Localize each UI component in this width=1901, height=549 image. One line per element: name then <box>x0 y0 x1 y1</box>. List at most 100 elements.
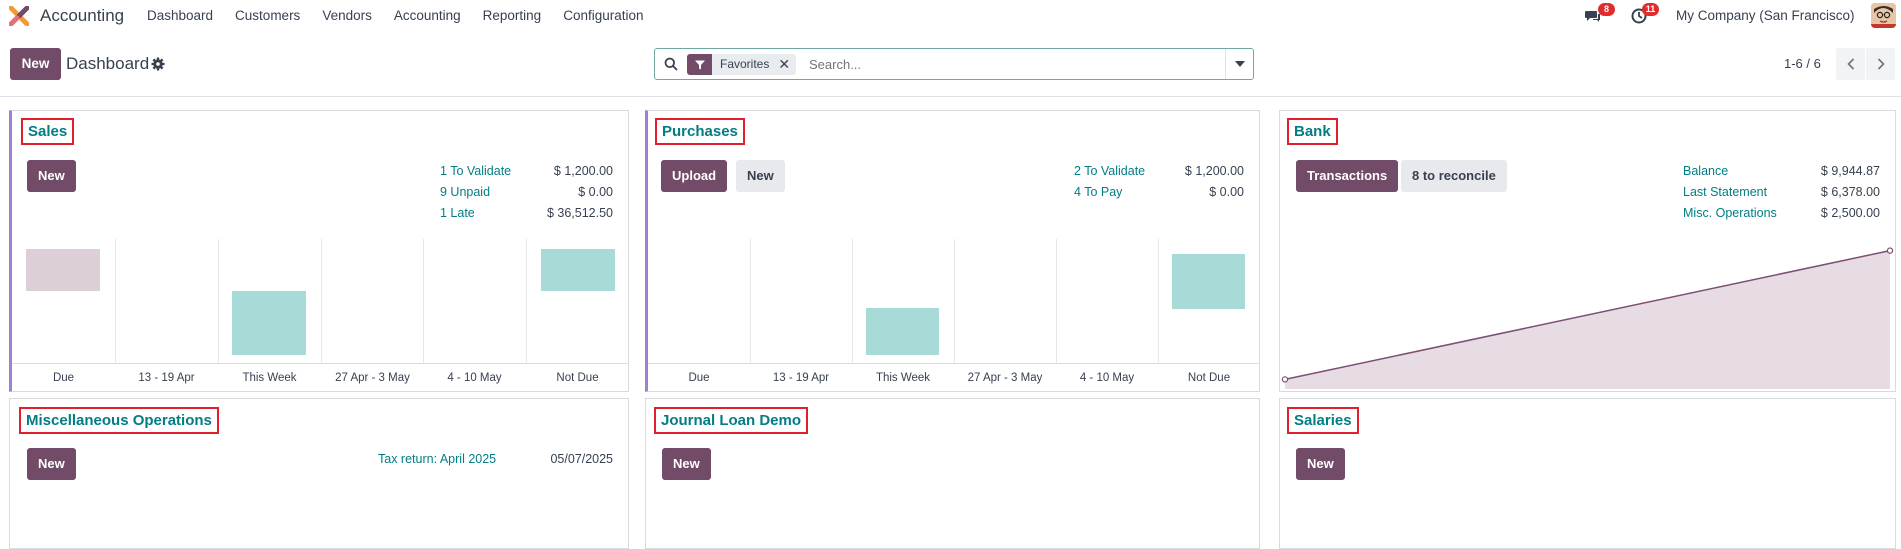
bank-balance-point[interactable] <box>1886 247 1894 254</box>
bank-reconcile-button[interactable]: 8 to reconcile <box>1401 160 1507 192</box>
chart-x-tick-label: This Week <box>242 372 297 384</box>
chart-x-axis <box>12 363 629 364</box>
journal-loan-new-button[interactable]: New <box>662 448 711 480</box>
purchases-new-button[interactable]: New <box>736 160 785 192</box>
bank-journal-card: Bank Transactions 8 to reconcile Balance… <box>1279 110 1896 392</box>
filter-facet[interactable]: Favorites ✕ <box>687 54 797 75</box>
chart-bar[interactable] <box>866 308 939 355</box>
search-icon[interactable] <box>664 57 678 71</box>
bank-misc-operations-amount: $ 2,500.00 <box>1820 206 1880 220</box>
app-name[interactable]: Accounting <box>40 6 124 26</box>
chart-column-divider <box>218 239 219 363</box>
bank-last-statement-link[interactable]: Last Statement <box>1683 185 1767 199</box>
bank-last-statement-amount: $ 6,378.00 <box>1820 185 1880 199</box>
bank-balance-amount: $ 9,944.87 <box>1820 164 1880 178</box>
chart-x-tick-label: This Week <box>875 372 931 384</box>
chart-bar[interactable] <box>26 249 100 291</box>
menu-accounting[interactable]: Accounting <box>394 8 461 23</box>
gear-icon[interactable] <box>151 57 165 71</box>
bank-misc-operations-link[interactable]: Misc. Operations <box>1683 206 1777 220</box>
sales-new-button[interactable]: New <box>27 160 76 192</box>
company-switcher[interactable]: My Company (San Francisco) <box>1676 8 1855 23</box>
bank-balance-link[interactable]: Balance <box>1683 164 1728 178</box>
chart-column-divider <box>526 239 527 363</box>
purchases-to-pay-link[interactable]: 4 To Pay <box>1074 185 1122 199</box>
main-menu: Dashboard Customers Vendors Accounting R… <box>147 8 666 23</box>
purchases-bar-chart[interactable]: Due 13 - 19 Apr This Week 27 Apr - 3 May 4 -… <box>648 239 1260 391</box>
search-input[interactable] <box>809 57 1209 72</box>
chart-column-divider <box>750 239 751 363</box>
purchases-journal-card: Purchases Upload New 2 To Validate $ 1,2… <box>645 110 1260 392</box>
bank-transactions-button[interactable]: Transactions <box>1296 160 1399 192</box>
chart-x-tick-label: Due <box>688 372 710 384</box>
chart-x-tick-label: Not Due <box>556 372 599 384</box>
chart-x-tick-label: 4 - 10 May <box>447 372 502 384</box>
user-avatar[interactable] <box>1871 3 1896 28</box>
purchases-title[interactable]: Purchases <box>655 118 745 145</box>
tax-return-date: 05/07/2025 <box>550 452 613 466</box>
salaries-title[interactable]: Salaries <box>1287 407 1359 434</box>
menu-vendors[interactable]: Vendors <box>322 8 372 23</box>
navbar: Accounting Dashboard Customers Vendors A… <box>0 0 1901 32</box>
bank-balance-area-chart[interactable] <box>1280 241 1895 391</box>
pager-previous-button[interactable] <box>1836 48 1865 80</box>
menu-dashboard[interactable]: Dashboard <box>147 8 213 23</box>
chevron-left-icon <box>1846 58 1854 70</box>
salaries-card: Salaries New <box>1279 398 1896 549</box>
journal-loan-demo-title[interactable]: Journal Loan Demo <box>654 407 809 434</box>
bank-balance-point[interactable] <box>1281 376 1289 383</box>
sales-unpaid-link[interactable]: 9 Unpaid <box>440 185 490 199</box>
chart-bar[interactable] <box>232 291 306 355</box>
caret-down-icon <box>1234 61 1245 67</box>
chart-x-tick-label: 27 Apr - 3 May <box>967 372 1043 384</box>
chart-column-divider <box>423 239 424 363</box>
misc-operations-card: Miscellaneous Operations New Tax return:… <box>9 398 629 549</box>
sales-late-link[interactable]: 1 Late <box>440 206 475 220</box>
purchases-upload-button[interactable]: Upload <box>661 160 728 192</box>
filter-icon <box>687 54 712 75</box>
purchases-to-pay-amount: $ 0.00 <box>1209 185 1244 199</box>
misc-operations-title[interactable]: Miscellaneous Operations <box>19 407 219 434</box>
sales-title[interactable]: Sales <box>21 118 75 145</box>
facet-label: Favorites <box>720 57 770 71</box>
chart-column-divider <box>954 239 955 363</box>
chart-x-tick-label: Due <box>52 372 75 384</box>
chart-x-tick-label: 13 - 19 Apr <box>138 372 195 384</box>
new-button[interactable]: New <box>10 48 61 80</box>
menu-reporting[interactable]: Reporting <box>483 8 542 23</box>
bank-area-fill <box>1285 250 1890 389</box>
search-bar[interactable]: Favorites ✕ <box>654 48 1254 80</box>
sales-journal-card: Sales New 1 To Validate $ 1,200.00 9 Unp… <box>9 110 629 392</box>
chart-x-tick-label: Not Due <box>1187 372 1231 384</box>
chart-column-divider <box>852 239 853 363</box>
search-options-toggle[interactable] <box>1225 49 1253 79</box>
purchases-to-validate-link[interactable]: 2 To Validate <box>1074 164 1145 178</box>
sales-unpaid-amount: $ 0.00 <box>578 185 613 199</box>
bank-title[interactable]: Bank <box>1287 118 1338 145</box>
facet-remove-icon[interactable]: ✕ <box>778 54 790 75</box>
menu-customers[interactable]: Customers <box>235 8 300 23</box>
sales-bar-chart[interactable]: Due 13 - 19 Apr This Week 27 Apr - 3 May 4 -… <box>12 239 629 391</box>
sales-late-amount: $ 36,512.50 <box>546 206 613 220</box>
chart-bar[interactable] <box>1172 254 1245 309</box>
accounting-app-icon[interactable] <box>9 6 29 26</box>
activities-badge: 11 <box>1642 3 1659 16</box>
pager-next-button[interactable] <box>1866 48 1895 80</box>
chart-x-axis <box>648 363 1260 364</box>
chart-x-tick-label: 4 - 10 May <box>1079 372 1135 384</box>
messages-badge: 8 <box>1598 3 1615 16</box>
chart-column-divider <box>321 239 322 363</box>
sales-to-validate-link[interactable]: 1 To Validate <box>440 164 511 178</box>
salaries-new-button[interactable]: New <box>1296 448 1345 480</box>
chart-column-divider <box>1158 239 1159 363</box>
misc-new-button[interactable]: New <box>27 448 76 480</box>
control-panel: New Dashboard Favorites ✕ 1-6 / 6 <box>0 32 1901 97</box>
chart-x-tick-label: 27 Apr - 3 May <box>335 372 410 384</box>
pager-value[interactable]: 1-6 / 6 <box>1784 56 1821 71</box>
sales-to-validate-amount: $ 1,200.00 <box>553 164 613 178</box>
chart-column-divider <box>115 239 116 363</box>
chart-bar[interactable] <box>541 249 615 291</box>
menu-configuration[interactable]: Configuration <box>563 8 643 23</box>
tax-return-link[interactable]: Tax return: April 2025 <box>378 452 496 466</box>
breadcrumb: Dashboard <box>66 54 150 73</box>
